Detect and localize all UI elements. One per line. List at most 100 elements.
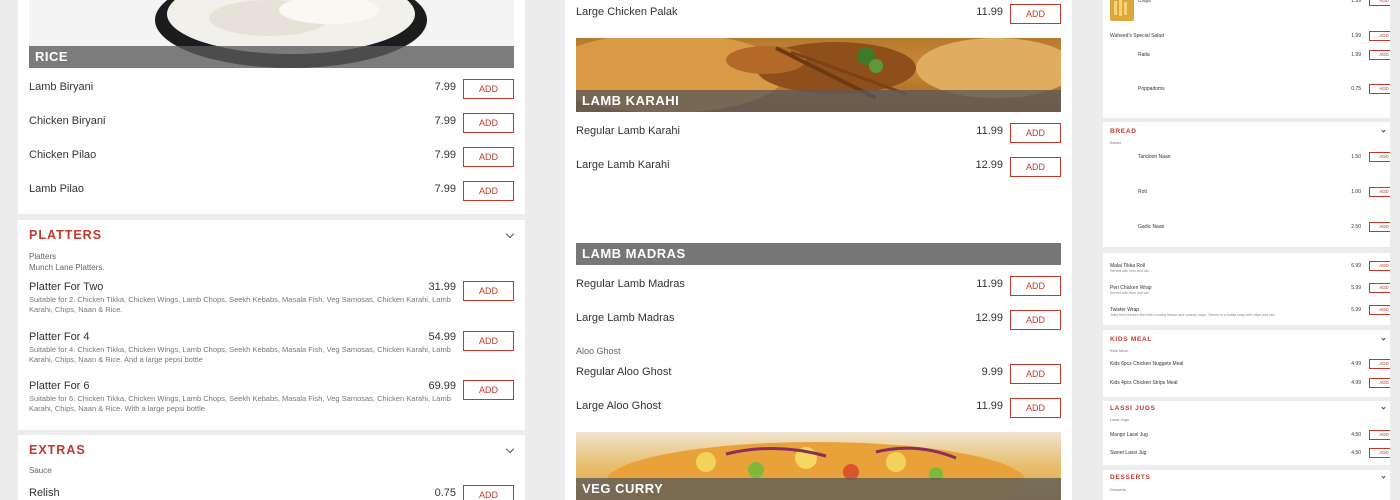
lamb-karahi-header-image: LAMB KARAHI (576, 38, 1061, 112)
add-button[interactable]: ADD (1369, 261, 1390, 271)
add-button[interactable]: ADD (1369, 448, 1390, 458)
add-button[interactable]: ADD (1369, 152, 1390, 162)
item-name: Platter For 4 (29, 331, 90, 343)
desserts-section-title[interactable]: DESSERTS (1110, 474, 1151, 481)
bread-subtitle: Bread (1110, 140, 1121, 145)
add-button[interactable]: ADD (463, 331, 514, 351)
chevron-down-icon[interactable] (1381, 474, 1386, 479)
item-description: Served with fries and can (1110, 269, 1150, 273)
menu-item: Lamb Pilao 7.99 ADD (29, 181, 514, 211)
rice-card: RICE Lamb Biryani 7.99 ADD Chicken Biryani 7… (18, 0, 525, 214)
item-price: 7.99 (434, 81, 456, 93)
menu-column-middle: Large Chicken Palak 11.99 ADD LAMB KARAH… (547, 0, 1090, 500)
item-description: Served with fries and can (1110, 291, 1150, 295)
item-description: Juicy fried chicken fillet with crunchy … (1110, 313, 1275, 317)
wraps-card: Malai Tikka Roll 6.99 Served with fries an… (1103, 253, 1390, 325)
item-price: 4.50 (1351, 450, 1361, 456)
add-button[interactable]: ADD (463, 147, 514, 167)
add-button[interactable]: ADD (463, 380, 514, 400)
desserts-subtitle: Desserts (1110, 487, 1126, 492)
chevron-down-icon[interactable] (1381, 405, 1386, 410)
aloo-ghost-subtitle: Aloo Ghost (576, 346, 621, 356)
chevron-down-icon[interactable] (505, 229, 515, 239)
menu-column-right: Chips 1.99 ADD Waheed's Special Salad 1.99 AD… (1094, 0, 1400, 500)
lassi-jugs-section-title[interactable]: LASSI JUGS (1110, 405, 1156, 412)
add-button[interactable]: ADD (463, 79, 514, 99)
item-price: 11.99 (976, 6, 1003, 18)
add-button[interactable]: ADD (1369, 222, 1390, 232)
item-name: Poppadoms (1138, 86, 1165, 92)
menu-item: Tandoori Naan 1.50 ADD (1138, 152, 1390, 166)
add-button[interactable]: ADD (1369, 359, 1390, 369)
add-button[interactable]: ADD (1010, 157, 1061, 177)
add-button[interactable]: ADD (1010, 276, 1061, 296)
add-button[interactable]: ADD (1010, 4, 1061, 24)
menu-item: Twister Wrap 5.99 Juicy fried chicken fill… (1110, 305, 1390, 319)
item-name: Kids 6pcs Chicken Nuggets Meal (1110, 361, 1184, 367)
item-name: Regular Lamb Karahi (576, 125, 680, 137)
item-price: 0.75 (434, 487, 456, 499)
item-name: Waheed's Special Salad (1110, 33, 1164, 39)
item-name: Sweet Lassi Jug (1110, 450, 1147, 456)
item-price: 11.99 (976, 278, 1003, 290)
bread-section-title[interactable]: BREAD (1110, 128, 1137, 135)
item-name: Large Lamb Karahi (576, 159, 670, 171)
item-description: Suitable for 2. Chicken Tikka, Chicken W… (29, 295, 451, 314)
item-description: Suitable for 4. Chicken Tikka, Chicken W… (29, 345, 451, 364)
chevron-down-icon[interactable] (505, 444, 515, 454)
add-button[interactable]: ADD (1369, 0, 1390, 6)
veg-curry-header-image: VEG CURRY (576, 432, 1061, 500)
item-price: 0.75 (1351, 86, 1361, 92)
add-button[interactable]: ADD (463, 281, 514, 301)
item-name: Chips (1138, 0, 1151, 4)
item-description: Suitable for 6. Chicken Tikka, Chicken W… (29, 394, 451, 413)
item-name: Tandoori Naan (1138, 154, 1171, 160)
add-button[interactable]: ADD (463, 485, 514, 500)
add-button[interactable]: ADD (1010, 364, 1061, 384)
add-button[interactable]: ADD (463, 113, 514, 133)
item-price: 5.99 (1351, 285, 1361, 291)
item-price: 1.99 (1351, 0, 1361, 4)
lamb-madras-title: LAMB MADRAS (576, 243, 1061, 265)
item-price: 31.99 (428, 281, 456, 293)
item-name: Chicken Biryani (29, 115, 106, 127)
item-price: 9.99 (981, 366, 1003, 378)
add-button[interactable]: ADD (1010, 310, 1061, 330)
menu-item: Kids 6pcs Chicken Nuggets Meal 4.99 ADD (1110, 359, 1390, 373)
menu-item: Chicken Pilao 7.99 ADD (29, 147, 514, 177)
menu-item: Lamb Biryani 7.99 ADD (29, 79, 514, 109)
add-button[interactable]: ADD (1369, 31, 1390, 41)
add-button[interactable]: ADD (1010, 398, 1061, 418)
menu-item: Large Lamb Karahi 12.99 ADD (576, 157, 1061, 187)
menu-item: Chicken Biryani 7.99 ADD (29, 113, 514, 143)
chevron-down-icon[interactable] (1381, 336, 1386, 341)
rice-header-image: RICE (29, 0, 514, 68)
desserts-card: DESSERTS Desserts (1103, 470, 1390, 500)
bread-card: BREAD Bread Tandoori Naan 1.50 ADD Roti 1.00… (1103, 122, 1390, 247)
platters-card: PLATTERS Platters Munch Lane Platters. P… (18, 220, 525, 430)
add-button[interactable]: ADD (1369, 187, 1390, 197)
add-button[interactable]: ADD (1369, 283, 1390, 293)
add-button[interactable]: ADD (1369, 50, 1390, 60)
add-button[interactable]: ADD (1369, 305, 1390, 315)
item-name: Large Aloo Ghost (576, 400, 662, 412)
kids-meal-section-title[interactable]: KIDS MEAL (1110, 336, 1152, 343)
add-button[interactable]: ADD (1369, 430, 1390, 440)
add-button[interactable]: ADD (1010, 123, 1061, 143)
chevron-down-icon[interactable] (1381, 128, 1386, 133)
add-button[interactable]: ADD (1369, 84, 1390, 94)
rice-header-title: RICE (29, 46, 514, 68)
platters-description: Munch Lane Platters. (29, 263, 105, 272)
item-name: Relish (29, 487, 60, 499)
kids-meal-card: KIDS MEAL Kids Meal Kids 6pcs Chicken Nu… (1103, 330, 1390, 397)
platters-section-title[interactable]: PLATTERS (29, 228, 102, 242)
lassi-jugs-subtitle: Lassi Jugs (1110, 417, 1129, 422)
menu-item: Regular Lamb Madras 11.99 ADD (576, 276, 1061, 306)
add-button[interactable]: ADD (1369, 378, 1390, 388)
item-price: 1.50 (1351, 154, 1361, 160)
add-button[interactable]: ADD (463, 181, 514, 201)
item-name: Large Lamb Madras (576, 312, 675, 324)
extras-section-title[interactable]: EXTRAS (29, 443, 86, 457)
menu-item: Mango Lassi Jug 4.50 ADD (1110, 430, 1390, 444)
item-price: 5.99 (1351, 307, 1361, 313)
